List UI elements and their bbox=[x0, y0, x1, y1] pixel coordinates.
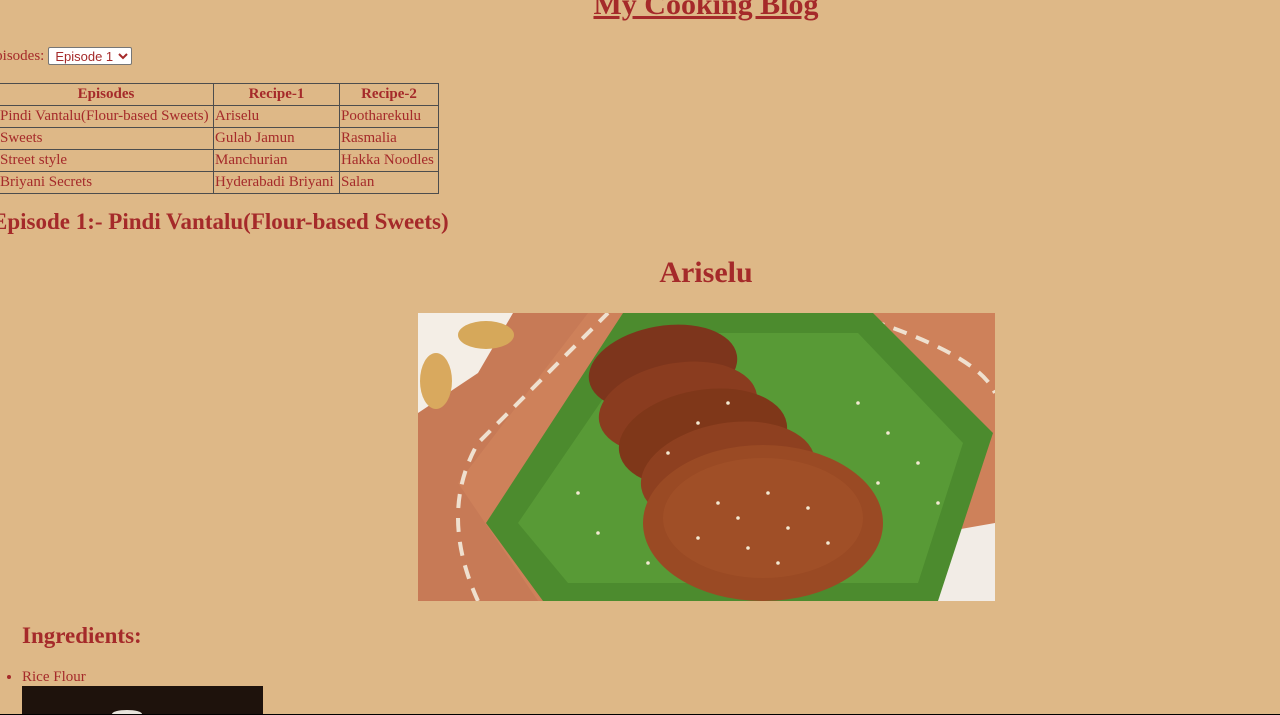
table-cell-recipe-1: Ariselu bbox=[213, 105, 340, 128]
ariselu-photo bbox=[418, 313, 995, 601]
table-row: Sweets Gulab Jamun Rasmalia bbox=[0, 127, 439, 150]
header-recipe-2: Recipe-2 bbox=[339, 83, 439, 106]
rice-flour-photo bbox=[22, 686, 263, 715]
page: My Cooking Blog Episodes: Episode 1 Epis… bbox=[0, 0, 1280, 715]
header-recipe-1: Recipe-1 bbox=[213, 83, 340, 106]
episode-selector-label: Episodes: bbox=[0, 47, 45, 64]
table-row: Pindi Vantalu(Flour-based Sweets) Arisel… bbox=[0, 105, 439, 128]
header-episodes: Episodes bbox=[0, 83, 214, 106]
table-row: Street style Manchurian Hakka Noodles bbox=[0, 149, 439, 172]
table-cell-recipe-1: Manchurian bbox=[213, 149, 340, 172]
table-cell-episode: Briyani Secrets bbox=[0, 171, 214, 194]
episode-heading: Episode 1:- Pindi Vantalu(Flour-based Sw… bbox=[0, 209, 449, 234]
table-cell-recipe-2: Rasmalia bbox=[339, 127, 439, 150]
ingredients-heading: Ingredients: bbox=[22, 623, 142, 648]
episodes-table: Episodes Recipe-1 Recipe-2 Pindi Vantalu… bbox=[0, 83, 439, 194]
table-cell-episode: Sweets bbox=[0, 127, 214, 150]
list-item: Rice Flour bbox=[22, 668, 86, 687]
ingredients-list: Rice Flour bbox=[0, 668, 86, 687]
table-cell-recipe-1: Hyderabadi Briyani bbox=[213, 171, 340, 194]
table-cell-recipe-2: Hakka Noodles bbox=[339, 149, 439, 172]
episode-selector: Episodes: Episode 1 bbox=[0, 47, 133, 65]
table-row: Briyani Secrets Hyderabadi Briyani Salan bbox=[0, 171, 439, 194]
episode-dropdown[interactable]: Episode 1 bbox=[48, 47, 133, 65]
recipe-title: Ariselu bbox=[659, 256, 753, 289]
table-cell-recipe-2: Salan bbox=[339, 171, 439, 194]
table-cell-episode: Pindi Vantalu(Flour-based Sweets) bbox=[0, 105, 214, 128]
table-cell-recipe-1: Gulab Jamun bbox=[213, 127, 340, 150]
table-header-row: Episodes Recipe-1 Recipe-2 bbox=[0, 83, 439, 106]
blog-title[interactable]: My Cooking Blog bbox=[0, 0, 1280, 22]
table-cell-recipe-2: Pootharekulu bbox=[339, 105, 439, 128]
table-cell-episode: Street style bbox=[0, 149, 214, 172]
